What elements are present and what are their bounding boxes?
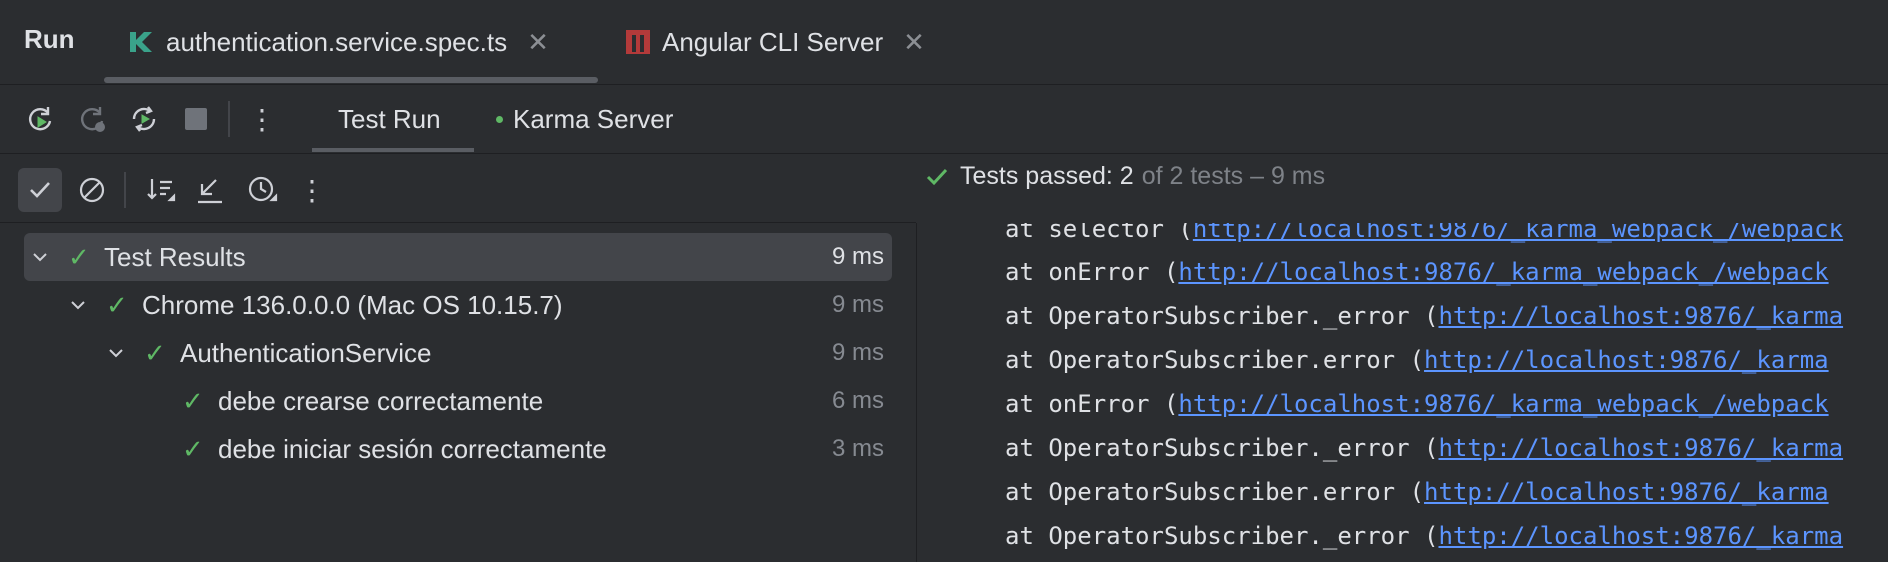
stack-frame-link[interactable]: http://localhost:9876/_karma: [1438, 302, 1843, 330]
tree-node-test-case[interactable]: ✓ debe iniciar sesión correctamente 3 ms: [24, 425, 892, 473]
stack-frame-text: at OperatorSubscriber._error (: [1005, 302, 1439, 330]
stack-frame-text: at OperatorSubscriber._error (: [1005, 522, 1439, 550]
tree-node-test-results[interactable]: ✓ Test Results 9 ms: [24, 233, 892, 281]
tests-passed-label: Tests passed: 2: [960, 162, 1134, 190]
stack-frame-link[interactable]: http://localhost:9876/_karma_webpack_/we…: [1178, 258, 1828, 286]
toolbar-separator: [228, 101, 230, 137]
check-icon: ✓: [182, 433, 204, 464]
check-icon: ✓: [144, 337, 166, 368]
console-line: at OperatorSubscriber.error (http://loca…: [1005, 346, 1829, 374]
more-vertical-icon[interactable]: ⋮: [244, 101, 280, 137]
sort-icon[interactable]: [142, 172, 178, 208]
test-results-tree: ✓ Test Results 9 ms ✓ Chrome 136.0.0.0 (…: [0, 223, 917, 562]
tree-node-label: Test Results: [104, 241, 246, 272]
tree-node-authentication-service[interactable]: ✓ AuthenticationService 9 ms: [24, 329, 892, 377]
stack-frame-text: at OperatorSubscriber.error (: [1005, 478, 1425, 506]
tree-node-chrome[interactable]: ✓ Chrome 136.0.0.0 (Mac OS 10.15.7) 9 ms: [24, 281, 892, 329]
console-line: at selector (http://localhost:9876/_karm…: [1005, 223, 1843, 243]
tree-node-label: Chrome 136.0.0.0 (Mac OS 10.15.7): [142, 289, 563, 320]
tree-node-duration: 9 ms: [831, 243, 884, 270]
tab-test-run[interactable]: Test Run: [338, 85, 441, 153]
active-subtab-indicator: [312, 148, 474, 152]
tree-node-label: debe iniciar sesión correctamente: [218, 433, 607, 464]
console-line: at OperatorSubscriber._error (http://loc…: [1005, 434, 1843, 462]
tree-node-duration: 6 ms: [831, 387, 884, 414]
toggle-auto-test-icon[interactable]: [126, 101, 162, 137]
more-vertical-icon[interactable]: ⋮: [294, 172, 330, 208]
check-icon: ✓: [106, 289, 128, 320]
console-line: at OperatorSubscriber._error (http://loc…: [1005, 522, 1843, 550]
stack-frame-link[interactable]: http://localhost:9876/_karma_webpack_/we…: [1178, 390, 1828, 418]
stop-icon[interactable]: [178, 101, 214, 137]
tree-node-label: debe crearse correctamente: [218, 385, 544, 416]
show-passed-icon[interactable]: [18, 168, 62, 212]
stack-frame-link[interactable]: http://localhost:9876/_karma: [1438, 522, 1843, 550]
subtab-label: Test Run: [338, 103, 441, 134]
tree-node-test-case[interactable]: ✓ debe crearse correctamente 6 ms: [24, 377, 892, 425]
stack-frame-text: at onError (: [1005, 258, 1179, 286]
check-icon: [924, 164, 950, 190]
tests-total-label: of 2 tests – 9 ms: [1141, 162, 1326, 190]
collapse-icon[interactable]: [192, 172, 228, 208]
check-icon: ✓: [182, 385, 204, 416]
console-line: at OperatorSubscriber.error (http://loca…: [1005, 478, 1829, 506]
run-tool-window-title: Run: [24, 24, 75, 54]
tool-window-tabbar: Run authentication.service.spec.ts ✕ Ang…: [0, 0, 1888, 85]
karma-icon: [128, 28, 158, 56]
console-line: at onError (http://localhost:9876/_karma…: [1005, 390, 1829, 418]
stack-frame-link[interactable]: http://localhost:9876/_karma: [1424, 346, 1829, 374]
console-line: at OperatorSubscriber._error (http://loc…: [1005, 302, 1843, 330]
active-tab-indicator: [104, 77, 598, 83]
console-line: at onError (http://localhost:9876/_karma…: [1005, 258, 1829, 286]
chevron-down-icon[interactable]: [28, 245, 52, 269]
stack-frame-link[interactable]: http://localhost:9876/_karma: [1424, 478, 1829, 506]
console-output[interactable]: at selector (http://localhost:9876/_karm…: [917, 223, 1888, 562]
stack-frame-text: at selector (: [1005, 223, 1193, 243]
tab-karma-server[interactable]: Karma Server: [496, 85, 673, 153]
stack-frame-text: at OperatorSubscriber.error (: [1005, 346, 1425, 374]
close-icon[interactable]: ✕: [903, 27, 925, 58]
stack-frame-text: at onError (: [1005, 390, 1179, 418]
rerun-icon[interactable]: [22, 101, 58, 137]
tab-label: Angular CLI Server: [662, 26, 884, 57]
stack-frame-link[interactable]: http://localhost:9876/_karma_webpack_/we…: [1193, 223, 1843, 243]
toolbar-separator: [124, 172, 126, 208]
chevron-down-icon[interactable]: [104, 341, 128, 365]
check-icon: ✓: [68, 241, 90, 272]
tree-node-duration: 9 ms: [831, 291, 884, 318]
tree-node-label: AuthenticationService: [180, 337, 432, 368]
chevron-down-icon[interactable]: [66, 293, 90, 317]
test-status-summary: Tests passed: 2 of 2 tests – 9 ms: [924, 162, 1325, 191]
tab-label: authentication.service.spec.ts: [166, 26, 508, 57]
angular-icon: [624, 28, 652, 56]
history-icon[interactable]: [244, 172, 280, 208]
rerun-failed-icon[interactable]: [74, 101, 110, 137]
close-icon[interactable]: ✕: [527, 27, 549, 58]
running-indicator-icon: [496, 115, 503, 123]
tree-node-duration: 9 ms: [831, 339, 884, 366]
tree-node-duration: 3 ms: [831, 435, 884, 462]
tab-angular-cli-server[interactable]: Angular CLI Server ✕: [624, 0, 925, 84]
stack-frame-link[interactable]: http://localhost:9876/_karma: [1438, 434, 1843, 462]
test-toolbar: ⋮ Test Run Karma Server: [0, 85, 1888, 154]
show-ignored-icon[interactable]: [74, 172, 110, 208]
tab-authentication-spec[interactable]: authentication.service.spec.ts ✕: [128, 0, 549, 84]
stack-frame-text: at OperatorSubscriber._error (: [1005, 434, 1439, 462]
test-filter-bar: ⋮: [0, 154, 916, 223]
subtab-label: Karma Server: [513, 103, 674, 134]
